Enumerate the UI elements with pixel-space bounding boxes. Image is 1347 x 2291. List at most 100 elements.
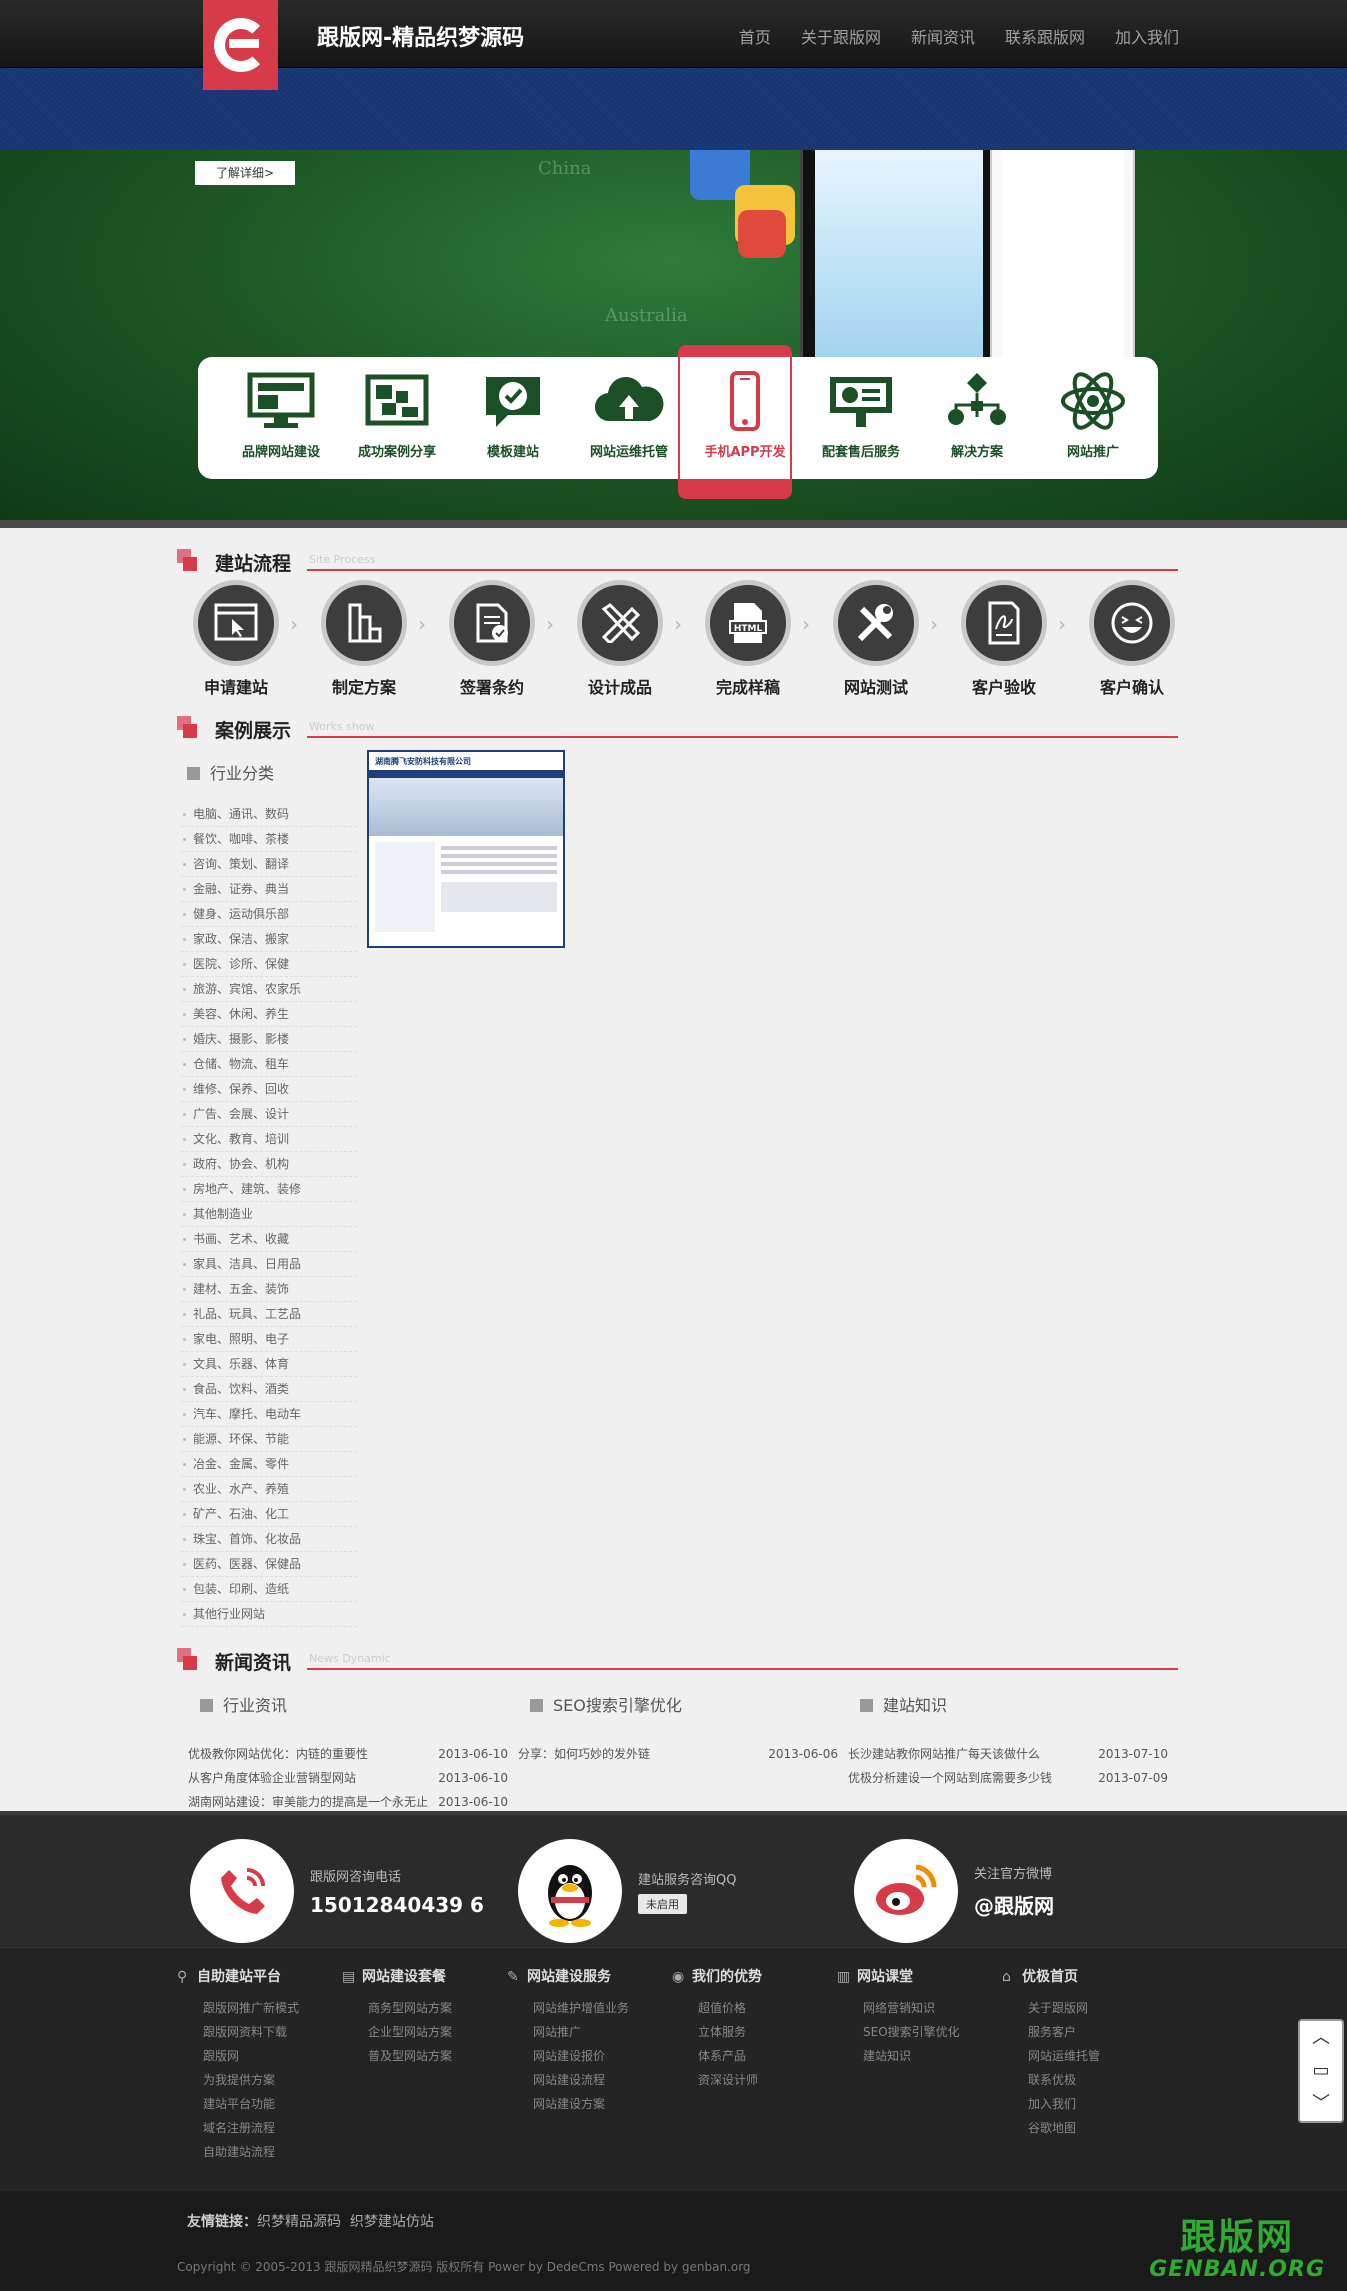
- category-item[interactable]: 婚庆、摄影、影楼: [181, 1027, 357, 1052]
- footer-link[interactable]: 域名注册流程: [203, 2116, 337, 2140]
- category-item[interactable]: 礼品、玩具、工艺品: [181, 1302, 357, 1327]
- nav-contact[interactable]: 联系跟版网: [1005, 24, 1085, 48]
- footer-link[interactable]: 网络营销知识: [863, 1996, 997, 2020]
- footer-link[interactable]: 关于跟版网: [1028, 1996, 1162, 2020]
- news-item[interactable]: 长沙建站教你网站推广每天该做什么 2013-07-10: [848, 1742, 1168, 1766]
- qq-status-button[interactable]: 未启用: [638, 1893, 687, 1914]
- category-item[interactable]: 书画、艺术、收藏: [181, 1227, 357, 1252]
- category-item[interactable]: 建材、五金、装饰: [181, 1277, 357, 1302]
- weibo-account[interactable]: @跟版网: [974, 1890, 1054, 1919]
- nav-join[interactable]: 加入我们: [1115, 24, 1179, 48]
- category-item[interactable]: 餐饮、咖啡、茶楼: [181, 827, 357, 852]
- category-item[interactable]: 维修、保养、回收: [181, 1077, 357, 1102]
- service-brand-site[interactable]: 品牌网站建设: [223, 357, 339, 479]
- message-icon[interactable]: ▭: [1312, 2061, 1329, 2080]
- news-item[interactable]: 从客户角度体验企业营销型网站 2013-06-10: [188, 1766, 508, 1790]
- category-list: 电脑、通讯、数码 餐饮、咖啡、茶楼 咨询、策划、翻译 金融、证券、典当 健身、运动俱乐部…: [181, 802, 357, 1627]
- footer-link[interactable]: 加入我们: [1028, 2092, 1162, 2116]
- service-promotion[interactable]: 网站推广: [1035, 357, 1151, 479]
- service-template[interactable]: 模板建站: [455, 357, 571, 479]
- footer-link[interactable]: 超值价格: [698, 1996, 832, 2020]
- news-item[interactable]: 优极教你网站优化：内链的重要性 2013-06-10: [188, 1742, 508, 1766]
- service-solutions[interactable]: 解决方案: [919, 357, 1035, 479]
- category-item[interactable]: 文化、教育、培训: [181, 1127, 357, 1152]
- service-label: 网站推广: [1066, 445, 1119, 460]
- category-item[interactable]: 咨询、策划、翻译: [181, 852, 357, 877]
- category-item[interactable]: 珠宝、首饰、化妆品: [181, 1527, 357, 1552]
- footer-link[interactable]: 网站推广: [533, 2020, 667, 2044]
- footer-link[interactable]: 普及型网站方案: [368, 2044, 502, 2068]
- footer-link[interactable]: 网站建设报价: [533, 2044, 667, 2068]
- category-item[interactable]: 家具、洁具、日用品: [181, 1252, 357, 1277]
- news-item[interactable]: 分享：如何巧妙的发外链 2013-06-06: [518, 1742, 838, 1766]
- work-thumbnail[interactable]: 湖南腾飞安防科技有限公司: [367, 750, 565, 948]
- link-icon: ⚲: [177, 1969, 188, 1985]
- footer-link[interactable]: 立体服务: [698, 2020, 832, 2044]
- category-item[interactable]: 文具、乐器、体育: [181, 1352, 357, 1377]
- news-item[interactable]: 优极分析建设一个网站到底需要多少钱 2013-07-09: [848, 1766, 1168, 1790]
- service-case-share[interactable]: 成功案例分享: [339, 357, 455, 479]
- document-check-icon: [449, 580, 535, 666]
- footer-link[interactable]: 商务型网站方案: [368, 1996, 502, 2020]
- footer-link[interactable]: 网站建设流程: [533, 2068, 667, 2092]
- service-after-sales[interactable]: 配套售后服务: [803, 357, 919, 479]
- footer-link[interactable]: 网站建设方案: [533, 2092, 667, 2116]
- footer-link[interactable]: 建站知识: [863, 2044, 997, 2068]
- category-item[interactable]: 汽车、摩托、电动车: [181, 1402, 357, 1427]
- footer-link[interactable]: 企业型网站方案: [368, 2020, 502, 2044]
- footer-link[interactable]: 跟版网推广新模式: [203, 1996, 337, 2020]
- logo[interactable]: [203, 0, 278, 90]
- footer-link[interactable]: 谷歌地图: [1028, 2116, 1162, 2140]
- category-item[interactable]: 房地产、建筑、装修: [181, 1177, 357, 1202]
- footer-link[interactable]: 服务客户: [1028, 2020, 1162, 2044]
- footer-link[interactable]: 网站维护增值业务: [533, 1996, 667, 2020]
- contact-label: 建站服务咨询QQ: [638, 1872, 737, 1888]
- category-item[interactable]: 广告、会展、设计: [181, 1102, 357, 1127]
- scroll-bottom-icon[interactable]: ﹀: [1312, 2095, 1330, 2113]
- category-item[interactable]: 能源、环保、节能: [181, 1427, 357, 1452]
- footer-link[interactable]: 体系产品: [698, 2044, 832, 2068]
- section-title-en: Works show: [309, 720, 375, 733]
- phone-icon: [710, 371, 780, 431]
- category-item[interactable]: 家政、保洁、搬家: [181, 927, 357, 952]
- service-hosting[interactable]: 网站运维托管: [571, 357, 687, 479]
- category-item[interactable]: 健身、运动俱乐部: [181, 902, 357, 927]
- process-step: 签署条约: [442, 580, 542, 698]
- category-item[interactable]: 医药、医器、保健品: [181, 1552, 357, 1577]
- footer-link[interactable]: 资深设计师: [698, 2068, 832, 2092]
- nav-home[interactable]: 首页: [739, 24, 771, 48]
- category-item[interactable]: 家电、照明、电子: [181, 1327, 357, 1352]
- footer-link[interactable]: 跟版网资料下载: [203, 2020, 337, 2044]
- category-item[interactable]: 其他制造业: [181, 1202, 357, 1227]
- category-item[interactable]: 包装、印刷、造纸: [181, 1577, 357, 1602]
- category-item[interactable]: 冶金、金属、零件: [181, 1452, 357, 1477]
- category-item[interactable]: 其他行业网站: [181, 1602, 357, 1627]
- footer-link[interactable]: 跟版网: [203, 2044, 337, 2068]
- category-item[interactable]: 电脑、通讯、数码: [181, 802, 357, 827]
- friend-link[interactable]: 织梦建站仿站: [350, 2214, 434, 2230]
- learn-more-button[interactable]: 了解详细>: [195, 161, 295, 185]
- category-item[interactable]: 食品、饮料、酒类: [181, 1377, 357, 1402]
- category-item[interactable]: 旅游、宾馆、农家乐: [181, 977, 357, 1002]
- category-item[interactable]: 金融、证券、典当: [181, 877, 357, 902]
- category-item[interactable]: 农业、水产、养殖: [181, 1477, 357, 1502]
- category-item[interactable]: 医院、诊所、保健: [181, 952, 357, 977]
- category-item[interactable]: 美容、休闲、养生: [181, 1002, 357, 1027]
- footer-link[interactable]: 为我提供方案: [203, 2068, 337, 2092]
- category-item[interactable]: 矿产、石油、化工: [181, 1502, 357, 1527]
- nav-about[interactable]: 关于跟版网: [801, 24, 881, 48]
- scroll-top-icon[interactable]: ︿: [1312, 2028, 1330, 2047]
- footer-link[interactable]: 网站运维托管: [1028, 2044, 1162, 2068]
- contact-weibo: 关注官方微博 @跟版网: [854, 1839, 1054, 1943]
- footer-link[interactable]: 联系优极: [1028, 2068, 1162, 2092]
- service-app-dev[interactable]: 手机APP开发: [687, 357, 803, 479]
- footer-link[interactable]: 建站平台功能: [203, 2092, 337, 2116]
- category-item[interactable]: 政府、协会、机构: [181, 1152, 357, 1177]
- friend-link[interactable]: 织梦精品源码: [257, 2214, 341, 2230]
- footer-link[interactable]: 自助建站流程: [203, 2140, 337, 2164]
- process-section-title: 建站流程 Site Process: [177, 549, 1178, 579]
- category-item[interactable]: 仓储、物流、租车: [181, 1052, 357, 1077]
- nav-news[interactable]: 新闻资讯: [911, 24, 975, 48]
- category-icon: [187, 767, 200, 780]
- footer-link[interactable]: SEO搜索引擎优化: [863, 2020, 997, 2044]
